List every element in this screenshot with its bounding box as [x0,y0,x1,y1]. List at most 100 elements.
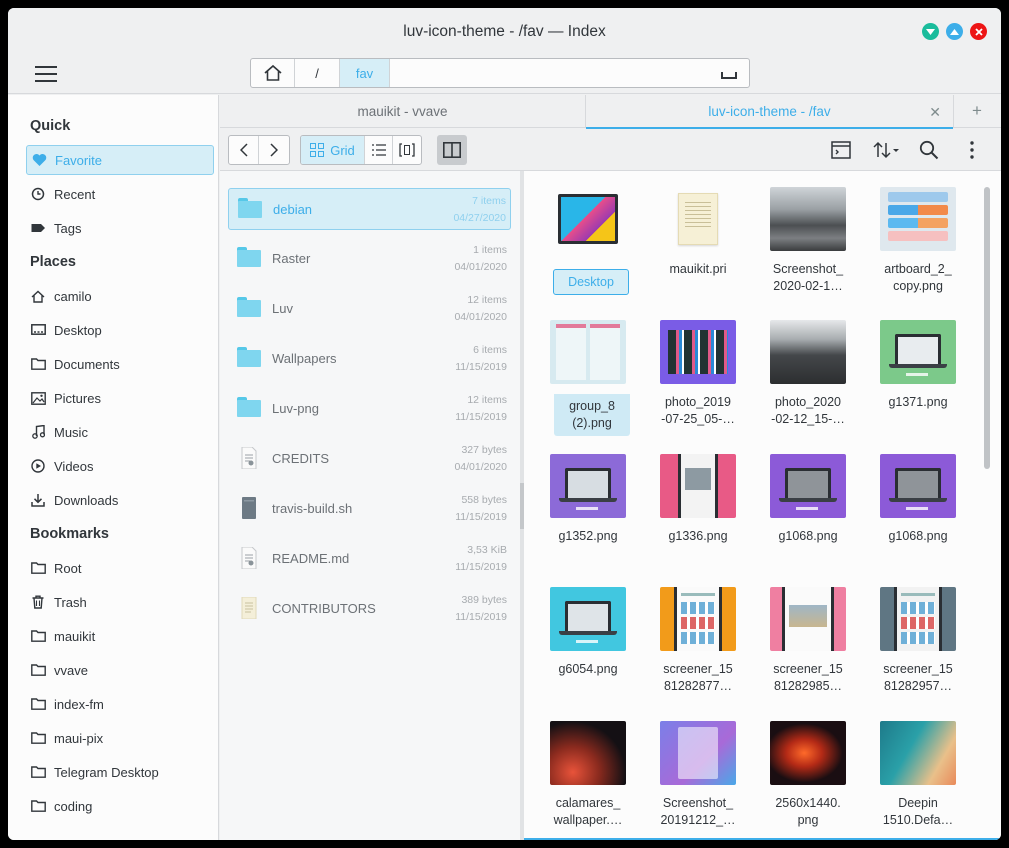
grid-item[interactable]: screener_15 81282985… [758,587,858,707]
split-view-button[interactable] [437,135,467,165]
grid-item[interactable]: Deepin 1510.Defa… [868,721,968,840]
sidebar-item-label: coding [54,798,93,814]
terminal-icon[interactable] [829,138,853,162]
grid-item[interactable]: 2560x1440. png [758,721,858,840]
grid-item[interactable]: g1352.png [538,454,638,574]
thumbnail-teal-orange [880,721,956,785]
grid-item[interactable]: photo_2019 -07-25_05-… [648,320,748,440]
grid-item-label: Screenshot_ 2020-02-1… [772,262,844,293]
list-item[interactable]: Wallpapers 6 items 11/15/2019 [228,338,511,380]
list-item[interactable]: Luv-png 12 items 11/15/2019 [228,388,511,430]
sidebar-item-pictures[interactable]: Pictures [8,381,218,415]
file-icon [237,546,261,570]
thumbnail-gradient-login [660,721,736,785]
list-item[interactable]: README.md 3,53 KiB 11/15/2019 [228,538,511,580]
sidebar-item-documents[interactable]: Documents [8,347,218,381]
maximize-button[interactable] [946,23,963,40]
thumbnail-canyon2 [770,721,846,785]
grid-item[interactable]: g6054.png [538,587,638,707]
folder-icon [237,397,261,419]
search-icon[interactable] [917,138,941,162]
item-name: travis-build.sh [272,501,353,516]
item-size: 6 items [473,344,507,356]
path-edit-icon[interactable] [721,72,737,79]
sidebar-item-music[interactable]: Music [8,415,218,449]
chevron-right-icon [270,143,278,157]
file-list-pane: debian 7 items 04/27/2020 Raster 1 items… [220,171,520,840]
item-date: 11/15/2019 [455,561,507,573]
grid-item[interactable]: screener_15 81282877… [648,587,748,707]
close-window-button[interactable] [970,23,987,40]
sort-icon[interactable] [872,138,902,162]
thumbnail-mock-light [550,320,626,384]
item-name: CREDITS [272,451,330,466]
minimize-button[interactable] [922,23,939,40]
sidebar-item-downloads[interactable]: Downloads [8,483,218,517]
sidebar-item-index-fm[interactable]: index-fm [8,687,218,721]
columns-view-button[interactable] [393,136,421,164]
grid-item[interactable]: screener_15 81282957… [868,587,968,707]
file-grid-pane: Desktop mauikit.pri Screenshot_ 2020-02-1… [524,171,1001,840]
grid-item-label: group_8 (2).png [554,394,630,436]
list-item[interactable]: Luv 12 items 04/01/2020 [228,288,511,330]
vertical-scrollbar[interactable] [984,187,990,469]
close-tab-icon[interactable]: ✕ [929,104,941,121]
sidebar-item-trash[interactable]: Trash [8,585,218,619]
list-view-button[interactable] [365,136,393,164]
sidebar-section-places: Places [30,254,76,270]
sidebar-item-maui-pix[interactable]: maui-pix [8,721,218,755]
sidebar-item-videos[interactable]: Videos [8,449,218,483]
list-item[interactable]: CREDITS 327 bytes 04/01/2020 [228,438,511,480]
grid-item[interactable]: group_8 (2).png [538,320,638,440]
sidebar-item-mauikit[interactable]: mauikit [8,619,218,653]
forward-button[interactable] [259,136,289,164]
grid-item[interactable]: g1371.png [868,320,968,440]
list-item[interactable]: Raster 1 items 04/01/2020 [228,238,511,280]
sidebar-item-vvave[interactable]: vvave [8,653,218,687]
path-bar[interactable]: / fav [250,58,750,88]
list-item[interactable]: debian 7 items 04/27/2020 [228,188,511,230]
sidebar-item-label: camilo [54,288,92,304]
add-tab-button[interactable]: + [954,95,1000,127]
grid-item[interactable]: calamares_ wallpaper.… [538,721,638,840]
grid-item[interactable]: artboard_2_ copy.png [868,187,968,307]
item-size: 7 items [472,195,506,207]
tab-luv-icon-theme[interactable]: luv-icon-theme - /fav ✕ [586,95,954,129]
grid-item-label: g1352.png [558,529,618,543]
grid-item[interactable]: Screenshot_ 20191212_… [648,721,748,840]
grid-item[interactable]: Desktop [538,187,638,307]
sidebar-item-favorite[interactable]: Favorite [26,145,214,175]
back-button[interactable] [229,136,259,164]
sidebar-item-root[interactable]: Root [8,551,218,585]
folder-icon [237,297,261,319]
grid-view-button[interactable]: Grid [301,136,365,164]
sidebar-item-coding[interactable]: coding [8,789,218,823]
grid-item[interactable]: g1336.png [648,454,748,574]
path-segment-root[interactable]: / [295,59,340,87]
grid-item[interactable]: Screenshot_ 2020-02-1… [758,187,858,307]
grid-item[interactable]: photo_2020 -02-12_15-… [758,320,858,440]
more-options-icon[interactable] [960,138,984,162]
item-date: 04/01/2020 [454,261,507,273]
list-item[interactable]: travis-build.sh 558 bytes 11/15/2019 [228,488,511,530]
grid-item[interactable]: g1068.png [868,454,968,574]
thumbnail-photo-building [770,187,846,251]
path-segment-fav[interactable]: fav [340,59,390,87]
menu-icon[interactable] [35,66,57,82]
sidebar-item-tags[interactable]: Tags [8,211,218,245]
sidebar-item-telegram-desktop[interactable]: Telegram Desktop [8,755,218,789]
sidebar-item-recent[interactable]: Recent [8,177,218,211]
item-date: 04/01/2020 [454,461,507,473]
grid-item[interactable]: g1068.png [758,454,858,574]
sidebar-item-camilo[interactable]: camilo [8,279,218,313]
grid-item[interactable]: mauikit.pri [648,187,748,307]
grid-item-label: mauikit.pri [669,262,727,276]
list-item[interactable]: CONTRIBUTORS 389 bytes 11/15/2019 [228,588,511,630]
grid-label: Grid [330,142,355,158]
view-mode-buttons: Grid [300,135,422,165]
sidebar-item-desktop[interactable]: Desktop [8,313,218,347]
tab-bar: mauikit - vvave luv-icon-theme - /fav ✕ + [220,95,1001,129]
home-crumb[interactable] [251,59,295,87]
thumbnail-orange-phone [660,587,736,651]
tab-mauikit[interactable]: mauikit - vvave [220,95,586,128]
